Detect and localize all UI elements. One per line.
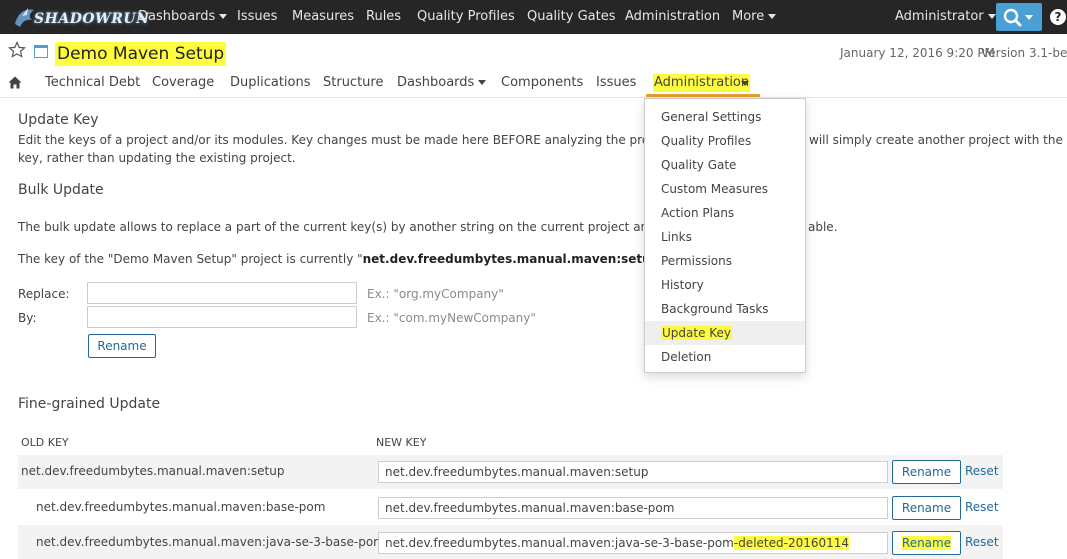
update-key-description-line1: Edit the keys of a project and/or its mo…: [18, 133, 743, 147]
project-version: Version 3.1-beta: [981, 46, 1067, 60]
by-input[interactable]: [87, 306, 357, 328]
tab-dashboards-label: Dashboards: [397, 75, 475, 90]
new-key-suffix: -deleted-20160114: [733, 536, 850, 550]
old-key-column-header: OLD KEY: [21, 436, 69, 449]
nav-issues[interactable]: Issues: [237, 0, 277, 34]
nav-more-label: More: [732, 9, 765, 24]
menu-item-background-tasks[interactable]: Background Tasks: [645, 297, 805, 321]
new-key-value: net.dev.freedumbytes.manual.maven:setup: [385, 465, 649, 479]
new-key-value: net.dev.freedumbytes.manual.maven:base-p…: [385, 501, 675, 515]
menu-item-links[interactable]: Links: [645, 225, 805, 249]
logo-text: SHADOWRUN: [34, 11, 150, 27]
current-key-statement: The key of the "Demo Maven Setup" projec…: [18, 250, 669, 268]
old-key: net.dev.freedumbytes.manual.maven:java-s…: [36, 535, 385, 549]
caret-down-icon: [987, 14, 996, 19]
rename-button[interactable]: Rename: [892, 460, 961, 484]
favorite-star-icon[interactable]: [8, 41, 26, 59]
project-icon: [34, 45, 48, 58]
rename-button-label: Rename: [901, 536, 952, 550]
menu-item-history[interactable]: History: [645, 273, 805, 297]
caret-down-icon: [219, 14, 228, 19]
tab-coverage[interactable]: Coverage: [152, 74, 214, 92]
nav-measures[interactable]: Measures: [292, 0, 354, 34]
nav-dashboards[interactable]: Dashboards: [138, 0, 228, 34]
new-key-input[interactable]: net.dev.freedumbytes.manual.maven:base-p…: [378, 497, 888, 519]
replace-input[interactable]: [87, 282, 357, 304]
analysis-date: January 12, 2016 9:20 PM: [840, 46, 995, 60]
current-key-value: net.dev.freedumbytes.manual.maven:setup: [362, 252, 660, 266]
menu-item-custom-measures[interactable]: Custom Measures: [645, 177, 805, 201]
nav-more[interactable]: More: [732, 0, 777, 34]
tab-technical-debt[interactable]: Technical Debt: [45, 74, 140, 92]
tab-issues[interactable]: Issues: [596, 74, 636, 92]
current-key-prefix: The key of the "Demo Maven Setup" projec…: [18, 252, 363, 266]
top-navbar: SHADOWRUN Dashboards Issues Measures Rul…: [0, 0, 1067, 34]
home-icon[interactable]: [8, 76, 22, 89]
reset-link[interactable]: Reset: [965, 464, 999, 478]
user-menu[interactable]: Administrator: [895, 0, 996, 34]
replace-hint: Ex.: "org.myCompany": [367, 287, 504, 301]
nav-quality-profiles[interactable]: Quality Profiles: [417, 0, 515, 34]
menu-item-action-plans[interactable]: Action Plans: [645, 201, 805, 225]
caret-down-icon: [478, 80, 487, 85]
old-key: net.dev.freedumbytes.manual.maven:setup: [21, 464, 285, 478]
caret-down-icon: [768, 14, 777, 19]
tab-dashboards[interactable]: Dashboards: [397, 74, 487, 92]
search-button[interactable]: [996, 3, 1042, 31]
update-key-description-tail: will simply create another project with …: [809, 133, 1067, 147]
menu-item-quality-gate[interactable]: Quality Gate: [645, 153, 805, 177]
new-key-input[interactable]: net.dev.freedumbytes.manual.maven:java-s…: [378, 532, 888, 554]
tab-duplications[interactable]: Duplications: [230, 74, 311, 92]
menu-item-update-key-label: Update Key: [661, 326, 733, 340]
user-name: Administrator: [895, 9, 984, 24]
update-key-title: Update Key: [18, 112, 99, 128]
bulk-rename-button[interactable]: Rename: [88, 334, 156, 358]
tab-structure[interactable]: Structure: [323, 74, 383, 92]
old-key: net.dev.freedumbytes.manual.maven:base-p…: [36, 500, 326, 514]
reset-link[interactable]: Reset: [965, 535, 999, 549]
bulk-update-description: The bulk update allows to replace a part…: [18, 220, 667, 234]
nav-administration[interactable]: Administration: [625, 0, 720, 34]
nav-quality-gates[interactable]: Quality Gates: [527, 0, 616, 34]
menu-item-general-settings[interactable]: General Settings: [645, 105, 805, 129]
project-title[interactable]: Demo Maven Setup: [55, 42, 227, 66]
divider: [0, 97, 1067, 98]
new-key-column-header: NEW KEY: [376, 436, 427, 449]
reset-link[interactable]: Reset: [965, 500, 999, 514]
nav-rules[interactable]: Rules: [366, 0, 401, 34]
bulk-update-title: Bulk Update: [18, 182, 104, 198]
logo[interactable]: SHADOWRUN: [12, 4, 149, 30]
bulk-update-description-tail: able.: [808, 220, 838, 234]
rename-button[interactable]: Rename: [892, 531, 961, 555]
caret-down-icon: [741, 81, 749, 86]
fine-grained-title: Fine-grained Update: [18, 396, 161, 412]
new-key-value: net.dev.freedumbytes.manual.maven:java-s…: [385, 536, 734, 550]
update-key-description-line2: key, rather than updating the existing p…: [18, 151, 296, 165]
help-icon[interactable]: ?: [1050, 9, 1066, 25]
menu-item-deletion[interactable]: Deletion: [645, 345, 805, 369]
tab-administration-label: Administration: [653, 74, 751, 92]
search-icon: [1003, 8, 1033, 27]
by-label: By:: [18, 311, 37, 325]
menu-item-update-key[interactable]: Update Key: [645, 321, 805, 345]
menu-item-quality-profiles[interactable]: Quality Profiles: [645, 129, 805, 153]
nav-dashboards-label: Dashboards: [138, 9, 216, 24]
menu-item-permissions[interactable]: Permissions: [645, 249, 805, 273]
by-hint: Ex.: "com.myNewCompany": [367, 311, 536, 325]
rename-button[interactable]: Rename: [892, 496, 961, 520]
administration-dropdown-menu: General Settings Quality Profiles Qualit…: [644, 98, 806, 373]
replace-label: Replace:: [18, 287, 70, 301]
new-key-input[interactable]: net.dev.freedumbytes.manual.maven:setup: [378, 461, 888, 483]
tab-components[interactable]: Components: [501, 74, 583, 92]
update-key-description: Edit the keys of a project and/or its mo…: [18, 131, 1067, 149]
